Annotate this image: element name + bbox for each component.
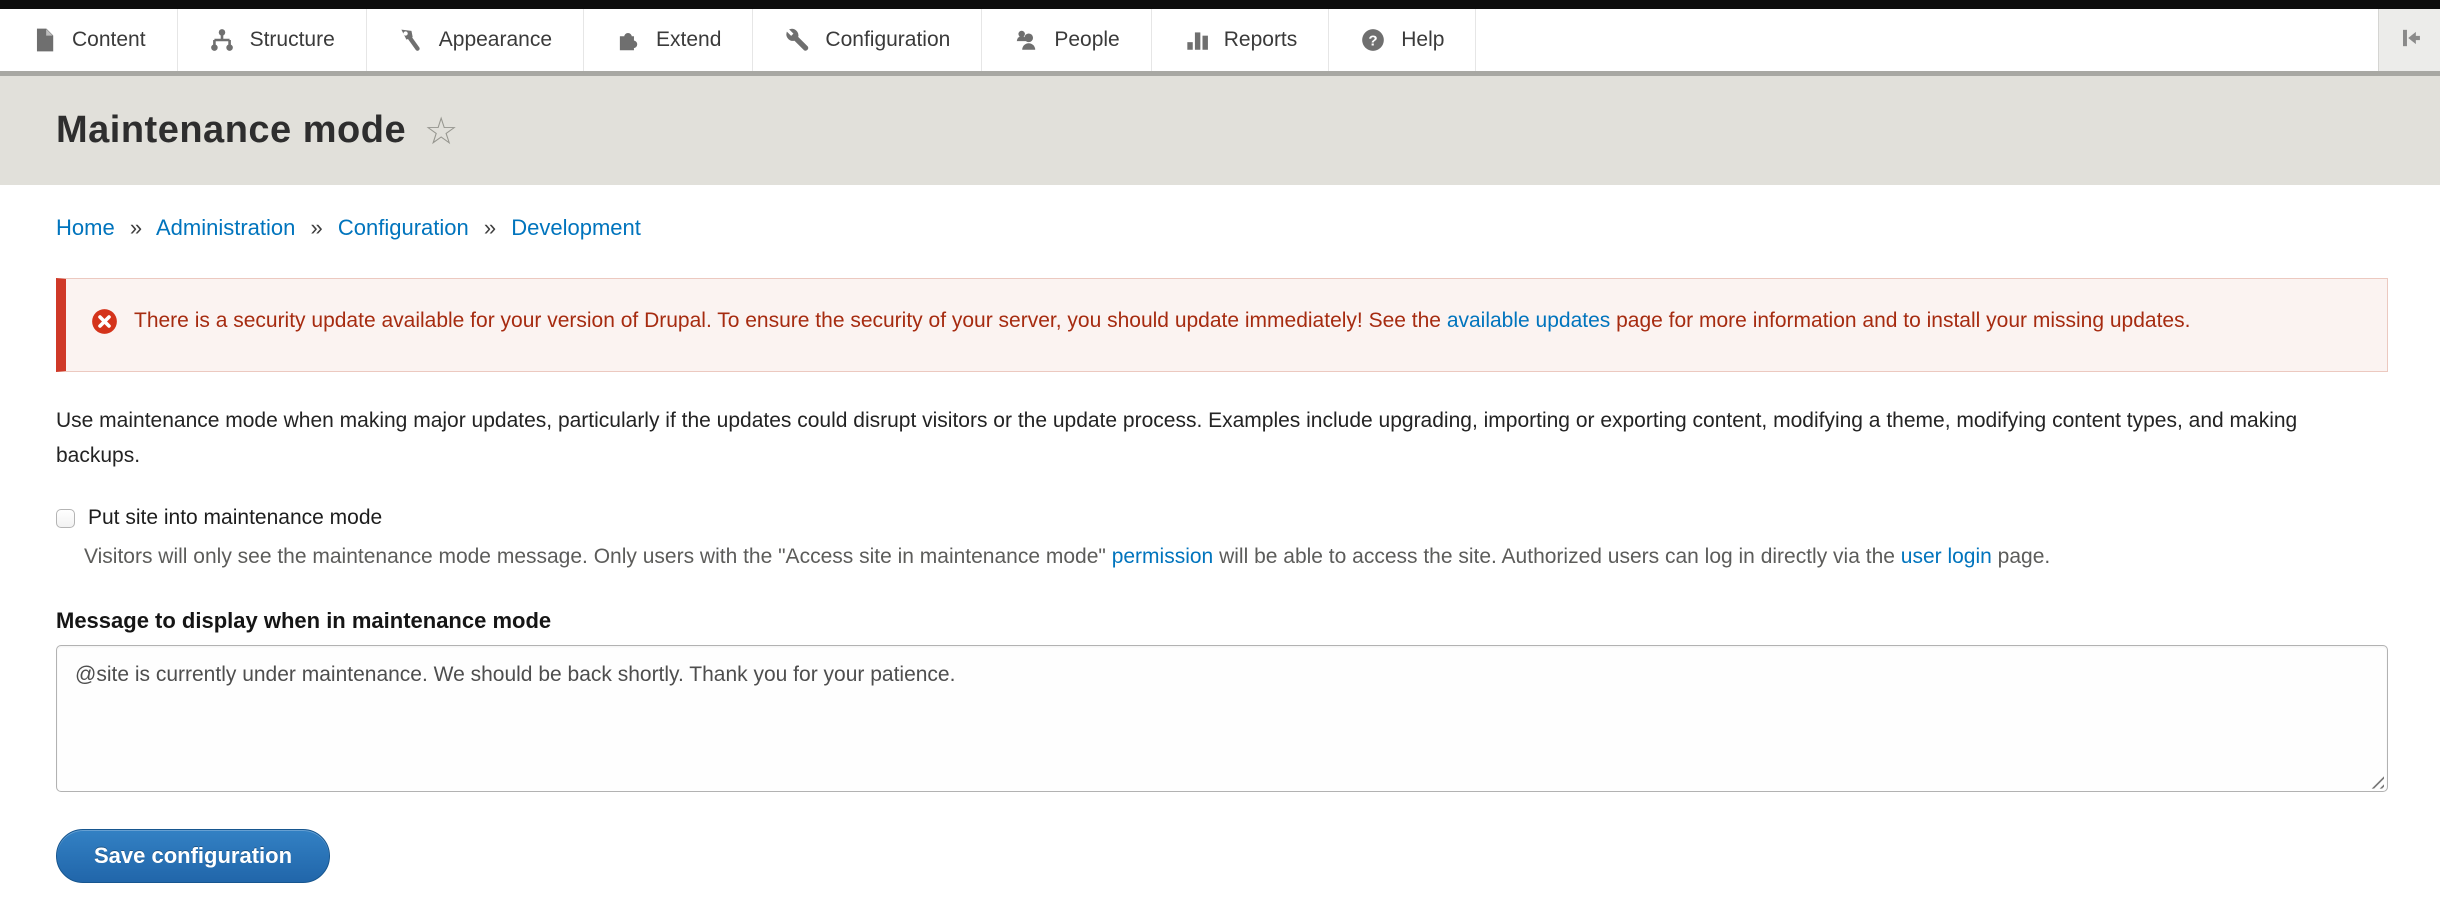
svg-text:?: ?	[1369, 32, 1378, 49]
breadcrumb-link-development[interactable]: Development	[511, 215, 641, 240]
puzzle-icon	[615, 27, 641, 53]
toolbar-tab-label: Configuration	[825, 28, 950, 52]
breadcrumb-link-configuration[interactable]: Configuration	[338, 215, 469, 240]
available-updates-link[interactable]: available updates	[1447, 309, 1610, 332]
page-header: Maintenance mode ☆	[0, 76, 2440, 185]
breadcrumb-link-home[interactable]: Home	[56, 215, 115, 240]
description-part1: Visitors will only see the maintenance m…	[84, 545, 1112, 568]
toolbar-spacer	[1476, 9, 2378, 71]
user-login-link[interactable]: user login	[1901, 545, 1992, 568]
toolbar-tab-extend[interactable]: Extend	[584, 9, 753, 71]
error-message-text: There is a security update available for…	[134, 304, 2190, 346]
error-text-before-link: There is a security update available for…	[134, 309, 1447, 332]
toolbar-tab-content[interactable]: Content	[0, 9, 178, 71]
help-icon: ?	[1360, 27, 1386, 53]
error-x-circle-icon	[91, 308, 118, 346]
maintenance-mode-intro: Use maintenance mode when making major u…	[56, 403, 2386, 473]
toolbar-tab-label: Help	[1401, 28, 1444, 52]
maintenance-mode-checkbox[interactable]	[56, 509, 75, 528]
toolbar-tab-people[interactable]: People	[982, 9, 1151, 71]
people-icon	[1013, 27, 1039, 53]
maintenance-message-textarea[interactable]: @site is currently under maintenance. We…	[56, 645, 2388, 792]
page-title: Maintenance mode	[56, 109, 406, 152]
file-icon	[31, 27, 57, 53]
admin-toolbar: Content Structure Appearance Extend Conf…	[0, 9, 2440, 71]
breadcrumb-separator: »	[310, 215, 322, 240]
maintenance-mode-checkbox-label[interactable]: Put site into maintenance mode	[88, 506, 382, 530]
toolbar-tab-help[interactable]: ? Help	[1329, 9, 1476, 71]
maintenance-mode-description: Visitors will only see the maintenance m…	[84, 541, 2388, 573]
breadcrumb-separator: »	[484, 215, 496, 240]
toolbar-tab-appearance[interactable]: Appearance	[367, 9, 584, 71]
maintenance-message-label: Message to display when in maintenance m…	[56, 608, 2388, 634]
toolbar-orientation-toggle[interactable]	[2378, 9, 2440, 71]
paintbrush-icon	[398, 27, 424, 53]
breadcrumb-separator: »	[130, 215, 142, 240]
maintenance-mode-checkbox-row: Put site into maintenance mode	[56, 506, 2388, 530]
toolbar-tab-label: Structure	[250, 28, 335, 52]
maintenance-message-field-wrapper: @site is currently under maintenance. We…	[56, 645, 2388, 797]
description-part3: page.	[1992, 545, 2050, 568]
error-message-banner: There is a security update available for…	[56, 278, 2388, 372]
collapse-left-icon	[2396, 24, 2424, 57]
toolbar-tab-label: Extend	[656, 28, 721, 52]
save-configuration-button[interactable]: Save configuration	[56, 829, 330, 883]
toolbar-tab-configuration[interactable]: Configuration	[753, 9, 982, 71]
wrench-icon	[784, 27, 810, 53]
toolbar-tab-label: Content	[72, 28, 146, 52]
admin-toolbar-strip	[0, 0, 2440, 9]
bar-chart-icon	[1183, 27, 1209, 53]
error-text-after-link: page for more information and to install…	[1610, 309, 2190, 332]
star-icon[interactable]: ☆	[424, 113, 458, 151]
sitemap-icon	[209, 27, 235, 53]
toolbar-tab-label: Appearance	[439, 28, 552, 52]
permission-link[interactable]: permission	[1112, 545, 1214, 568]
main-content: Home » Administration » Configuration » …	[0, 185, 2440, 923]
description-part2: will be able to access the site. Authori…	[1213, 545, 1901, 568]
toolbar-tab-label: Reports	[1224, 28, 1298, 52]
toolbar-tab-reports[interactable]: Reports	[1152, 9, 1330, 71]
breadcrumb: Home » Administration » Configuration » …	[56, 185, 2388, 241]
breadcrumb-link-administration[interactable]: Administration	[156, 215, 295, 240]
toolbar-tab-label: People	[1054, 28, 1119, 52]
toolbar-tab-structure[interactable]: Structure	[178, 9, 367, 71]
